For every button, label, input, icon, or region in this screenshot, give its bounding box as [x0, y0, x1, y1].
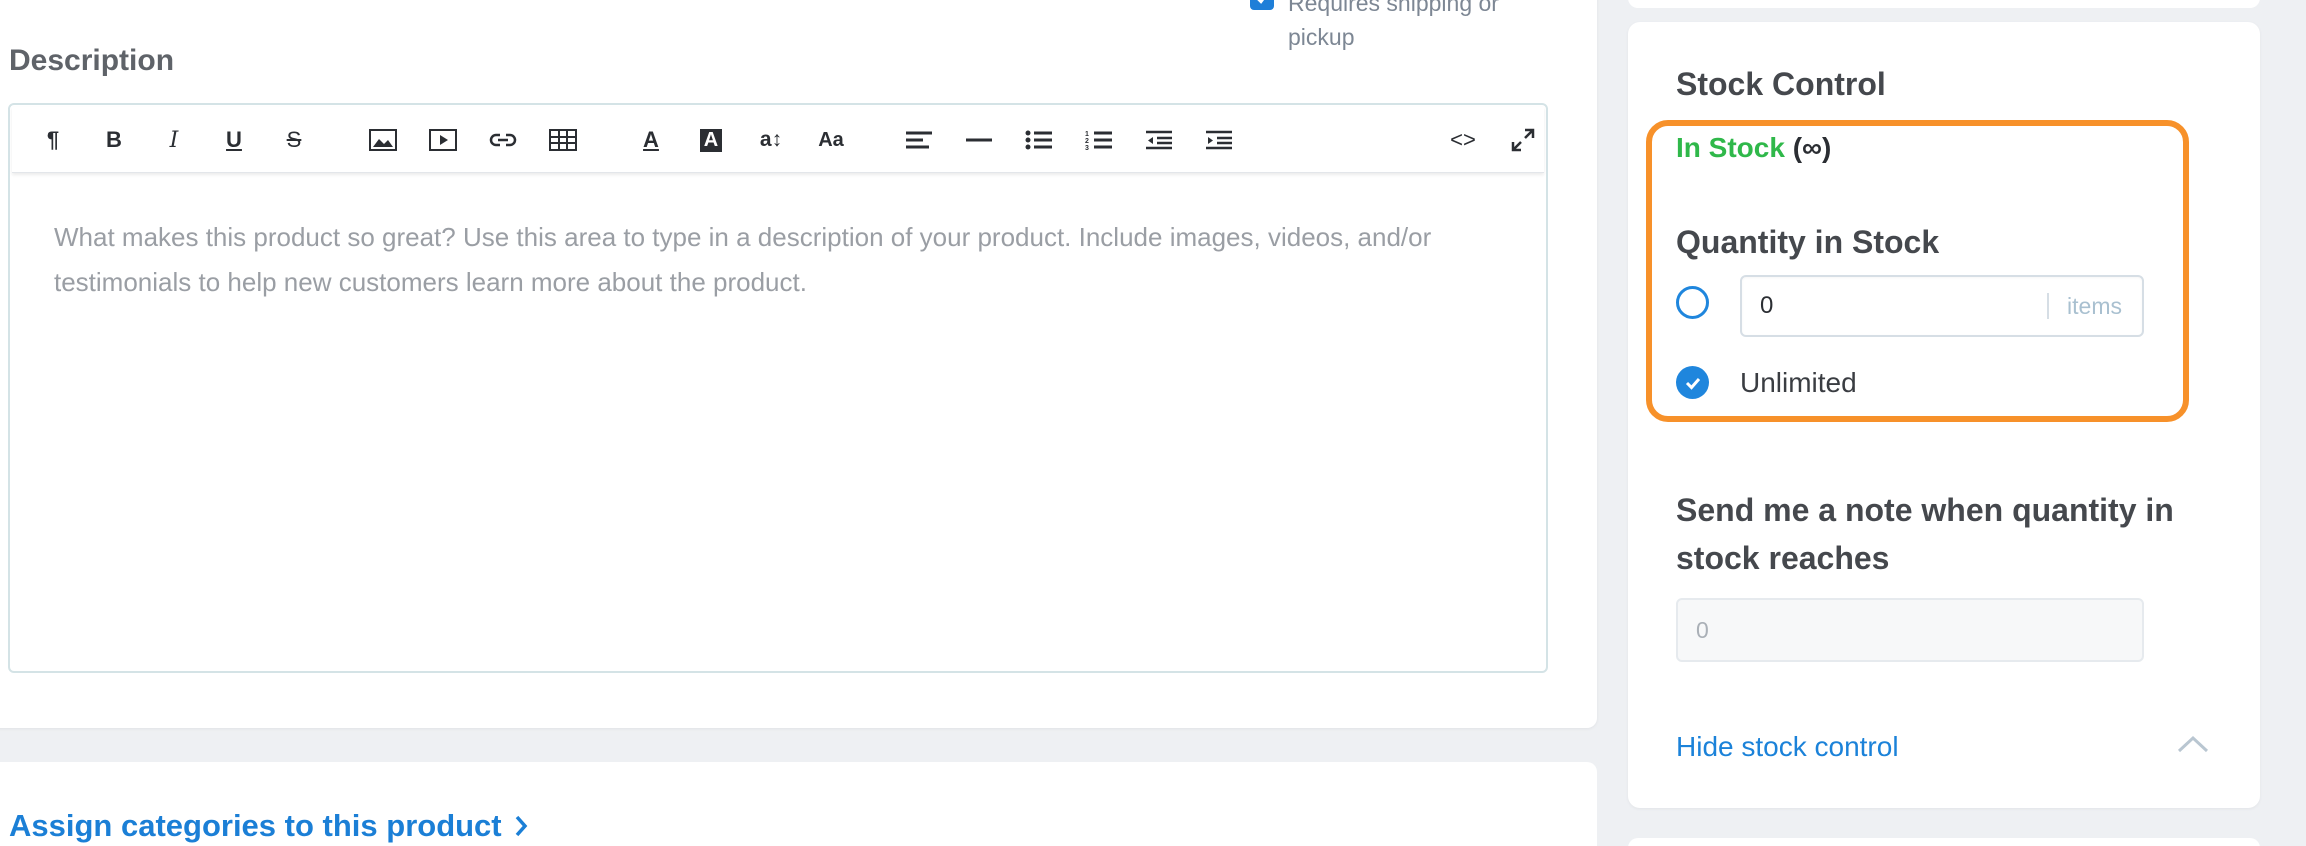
paragraph-icon[interactable]: ¶ [34, 121, 72, 159]
sidebar-card-above [1628, 0, 2260, 8]
video-icon[interactable] [424, 121, 462, 159]
quantity-in-stock-label: Quantity in Stock [1676, 224, 1940, 260]
underline-icon[interactable]: U [215, 121, 253, 159]
assign-categories-label: Assign categories to this product [9, 808, 502, 843]
quantity-divider [2047, 293, 2050, 319]
low-stock-threshold-input[interactable]: 0 [1676, 598, 2144, 662]
sidebar-card-below [1628, 838, 2260, 846]
stock-status-suffix: (∞) [1792, 132, 1832, 163]
outdent-icon[interactable] [1140, 121, 1178, 159]
horizontal-rule-icon[interactable] [960, 121, 998, 159]
background-color-icon[interactable]: A [692, 121, 730, 159]
stock-status-text: In Stock [1676, 132, 1785, 163]
unlimited-radio[interactable] [1676, 366, 1709, 399]
description-label: Description [9, 44, 175, 77]
stock-control-title: Stock Control [1676, 66, 1886, 102]
quantity-input[interactable]: 0 items [1740, 275, 2144, 337]
low-stock-note-label: Send me a note when quantity in stock re… [1676, 492, 2174, 576]
quantity-unit: items [2067, 292, 2122, 319]
strikethrough-icon[interactable]: S [275, 121, 313, 159]
stock-highlight-box [1646, 120, 2189, 422]
chevron-right-icon [515, 815, 527, 837]
description-placeholder: What makes this product so great? Use th… [54, 222, 1432, 297]
italic-icon[interactable]: I [155, 121, 193, 159]
numbered-list-icon[interactable]: 123 [1080, 121, 1118, 159]
indent-icon[interactable] [1200, 121, 1238, 159]
quantity-radio[interactable] [1676, 286, 1709, 319]
stock-status: In Stock (∞) [1676, 132, 1831, 164]
editor-toolbar: ¶ B I U S A A a↕ Aa 123 <> [12, 107, 1544, 173]
line-height-icon[interactable]: a↕ [752, 121, 790, 159]
description-editor[interactable]: ¶ B I U S A A a↕ Aa 123 <> What makes th… [8, 103, 1548, 673]
bullet-list-icon[interactable] [1020, 121, 1058, 159]
assign-categories-link[interactable]: Assign categories to this product [9, 808, 528, 844]
svg-text:1: 1 [1085, 131, 1089, 138]
text-color-icon[interactable]: A [632, 121, 670, 159]
fullscreen-icon[interactable] [1504, 121, 1542, 159]
image-icon[interactable] [364, 121, 402, 159]
quantity-value[interactable]: 0 [1760, 292, 2047, 320]
svg-text:2: 2 [1085, 138, 1089, 145]
bold-icon[interactable]: B [95, 121, 133, 159]
unlimited-label[interactable]: Unlimited [1740, 367, 1857, 399]
font-size-icon[interactable]: Aa [812, 121, 850, 159]
align-left-icon[interactable] [900, 121, 938, 159]
svg-text:3: 3 [1085, 145, 1089, 150]
requires-shipping-checkbox[interactable]: Requires shipping or pickup [1250, 0, 1518, 54]
check-icon [1685, 377, 1700, 390]
requires-shipping-label: Requires shipping or pickup [1288, 0, 1499, 50]
hide-stock-control-link[interactable]: Hide stock control [1676, 731, 1899, 763]
link-icon[interactable] [484, 121, 522, 159]
table-icon[interactable] [544, 121, 582, 159]
checkbox-checked-icon[interactable] [1250, 0, 1274, 10]
code-view-icon[interactable]: <> [1444, 121, 1482, 159]
chevron-up-icon[interactable] [2176, 734, 2210, 759]
